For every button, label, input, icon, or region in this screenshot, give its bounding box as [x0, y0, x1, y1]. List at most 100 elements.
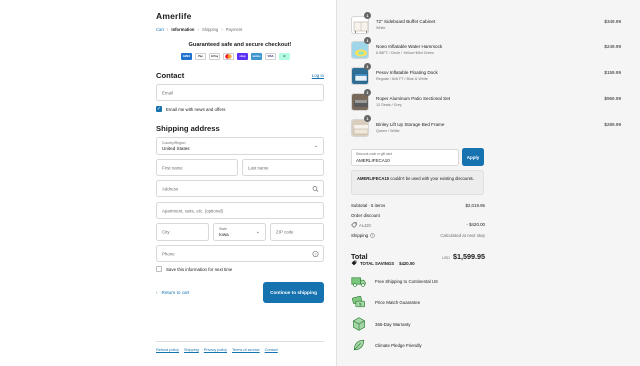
cart-item: 1 72" Sideboard Buffet Cabinet White $34…: [351, 12, 621, 37]
shop-pay-icon: shop: [237, 53, 248, 60]
svg-text:?: ?: [372, 234, 374, 238]
state-label: State: [219, 227, 227, 231]
country-label: Country/Region: [162, 141, 186, 145]
policy-links: Refund policy Shipping Privacy policy Te…: [156, 348, 278, 352]
quantity-badge: 1: [364, 89, 371, 96]
mastercard-icon: [223, 53, 234, 60]
state-select[interactable]: State Iowa ⌄: [213, 223, 266, 241]
discount-warning-code: AMERLIFECA10: [357, 176, 390, 181]
apartment-field[interactable]: Apartment, suite, etc. (optional): [156, 202, 324, 219]
chevron-down-icon: ⌄: [313, 143, 318, 149]
chevron-left-icon: ‹: [156, 290, 158, 295]
apartment-placeholder: Apartment, suite, etc. (optional): [162, 208, 224, 213]
first-name-field[interactable]: First name: [156, 159, 238, 176]
perk-price-match: $ Price Match Guarantee: [351, 294, 420, 310]
savings-value: $420.00: [399, 260, 415, 266]
checkbox-unchecked-icon[interactable]: [156, 266, 162, 272]
order-summary-column: 1 72" Sideboard Buffet Cabinet White $34…: [336, 0, 640, 366]
afterpay-icon: ↺: [279, 53, 290, 60]
country-value: United States: [162, 146, 190, 151]
footer-divider: [156, 341, 324, 342]
news-opt-in[interactable]: ✓ Email me with news and offers: [156, 106, 225, 112]
box-icon: [353, 317, 365, 331]
save-info-opt-in[interactable]: Save this information for next time: [156, 266, 232, 272]
apply-discount-button[interactable]: Apply: [462, 148, 484, 166]
cart-item: 1 Binley Lift Up Storage Bed Frame Queen…: [351, 115, 621, 140]
address-placeholder: Address: [162, 186, 179, 191]
currency-code: USD: [441, 256, 451, 260]
discount-amount: - $420.00: [466, 222, 485, 227]
email-placeholder: Email: [162, 90, 173, 95]
svg-text:?: ?: [315, 252, 317, 256]
news-opt-in-label: Email me with news and offers: [166, 106, 226, 112]
first-name-placeholder: First name: [162, 165, 183, 170]
discount-code-label: Discount code or gift card: [356, 152, 393, 156]
country-select[interactable]: Country/Region United States ⌄: [156, 137, 324, 155]
phone-placeholder: Phone: [162, 251, 175, 256]
item-variant: Queen / White: [376, 129, 400, 133]
item-price: $969.99: [604, 96, 621, 101]
item-name: Noeo Inflatable Water Hammock: [376, 44, 443, 49]
discount-tag: AL420: [351, 222, 371, 228]
return-to-cart-label: Return to cart: [161, 290, 190, 295]
perk-label: Price Match Guarantee: [375, 299, 421, 305]
item-variant: White: [376, 26, 386, 30]
discount-warning: AMERLIFECA10 couldn't be used with your …: [351, 170, 484, 195]
checkout-form-column: Amerlife Cart › Information › Shipping ›…: [0, 0, 336, 366]
brand-logo[interactable]: Amerlife: [156, 11, 192, 21]
tag-icon: [351, 260, 357, 266]
contact-heading: Contact: [156, 71, 185, 80]
perk-label: Free Shipping to Continental US: [375, 278, 438, 284]
venmo-icon: venmo: [251, 53, 262, 60]
item-name: 72" Sideboard Buffet Cabinet: [376, 19, 436, 24]
city-placeholder: City: [162, 229, 170, 235]
item-variant: 13 Seats / Grey: [376, 103, 402, 107]
checkbox-checked-icon[interactable]: ✓: [156, 106, 162, 112]
address-field[interactable]: Address: [156, 180, 324, 197]
zip-placeholder: ZIP code: [276, 229, 294, 235]
item-price: $249.99: [604, 44, 621, 49]
search-icon: [312, 185, 319, 192]
privacy-policy-link[interactable]: Privacy policy: [204, 348, 227, 352]
breadcrumb-cart[interactable]: Cart: [156, 27, 164, 32]
save-info-label: Save this information for next time: [166, 266, 233, 272]
breadcrumb-information: Information: [171, 27, 195, 32]
login-link[interactable]: Log in: [312, 73, 324, 78]
contact-link[interactable]: Contact: [265, 348, 278, 352]
breadcrumb-shipping: Shipping: [201, 27, 219, 32]
shipping-value: Calculated at next step: [440, 233, 485, 238]
shipping-policy-link[interactable]: Shipping: [184, 348, 199, 352]
info-icon[interactable]: ?: [370, 233, 375, 238]
quantity-badge: 1: [364, 37, 371, 44]
quantity-badge: 1: [364, 63, 371, 70]
email-field[interactable]: Email: [156, 84, 324, 101]
return-to-cart-link[interactable]: ‹ Return to cart: [156, 290, 189, 295]
perk-free-shipping: Free Shipping to Continental US: [351, 273, 438, 289]
tag-icon: [351, 222, 357, 228]
chevron-down-icon: ⌄: [255, 229, 260, 235]
continue-to-shipping-button[interactable]: Continue to shipping: [263, 282, 324, 303]
zip-field[interactable]: ZIP code: [270, 223, 324, 241]
chevron-right-icon: ›: [221, 27, 223, 32]
subtotal-label: Subtotal · 5 items: [351, 203, 386, 208]
chevron-right-icon: ›: [166, 27, 169, 32]
refund-policy-link[interactable]: Refund policy: [156, 348, 179, 352]
terms-of-service-link[interactable]: Terms of service: [232, 348, 260, 352]
city-field[interactable]: City: [156, 223, 209, 241]
discount-warning-text: couldn't be used with your existing disc…: [389, 176, 474, 181]
discount-code-field[interactable]: Discount code or gift card AMERLIFECA10: [351, 149, 459, 166]
help-icon[interactable]: ?: [312, 250, 319, 257]
apple-pay-icon: Pay: [195, 53, 206, 60]
item-price: $289.99: [604, 122, 621, 127]
shipping-address-heading: Shipping address: [156, 124, 220, 133]
item-variant: Regular / 6x6 FT / Blue & White: [376, 77, 428, 81]
last-name-field[interactable]: Last name: [242, 159, 324, 176]
visa-icon: VISA: [265, 53, 276, 60]
price-tag-icon: $: [351, 295, 365, 308]
phone-field[interactable]: Phone ?: [156, 245, 324, 262]
amex-icon: AMEX: [181, 53, 192, 60]
truck-icon: [351, 277, 366, 287]
shipping-row: Shipping ? Calculated at next step: [351, 233, 485, 238]
order-discount-label: Order discount: [351, 213, 380, 218]
cart-item: 1 Pexxv Inflatable Floating Dock Regular…: [351, 63, 621, 88]
